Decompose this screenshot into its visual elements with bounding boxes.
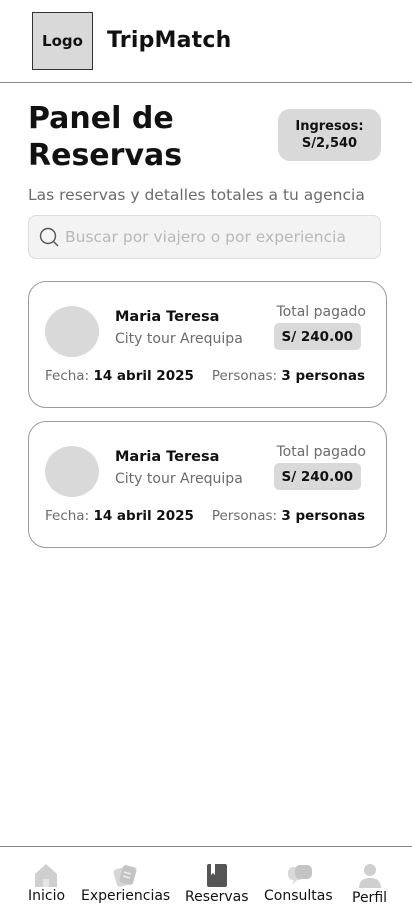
traveler-name: Maria Teresa	[115, 309, 220, 325]
traveler-name: Maria Teresa	[115, 449, 220, 465]
people-value: 3 personas	[281, 508, 365, 524]
nav-label-inicio: Inicio	[28, 888, 66, 904]
avatar	[45, 306, 99, 357]
experience-name: City tour Arequipa	[115, 331, 243, 347]
date-label: Fecha:	[45, 508, 90, 524]
book-icon	[203, 861, 231, 889]
reservation-card[interactable]: Maria Teresa City tour Arequipa Total pa…	[28, 421, 387, 548]
search-icon	[39, 227, 59, 247]
total-paid-label: Total pagado	[276, 444, 366, 460]
search-bar[interactable]	[28, 215, 381, 259]
reservation-people: Personas: 3 personas	[212, 508, 365, 524]
date-value: 14 abril 2025	[93, 508, 194, 524]
experience-name: City tour Arequipa	[115, 471, 243, 487]
bottom-nav: Inicio Experiencias Reservas Consultas P…	[0, 846, 412, 917]
page-title: Panel de Reservas	[28, 100, 258, 174]
total-paid-label: Total pagado	[276, 304, 366, 320]
app-title: TripMatch	[107, 28, 232, 53]
income-badge: Ingresos: S/2,540	[278, 109, 381, 161]
nav-item-inicio[interactable]: Inicio	[26, 847, 66, 917]
page-subtitle: Las reservas y detalles totales a tu age…	[28, 186, 365, 204]
reservation-date: Fecha: 14 abril 2025	[45, 508, 194, 524]
page-title-line-1: Panel de	[28, 101, 174, 136]
reservation-date: Fecha: 14 abril 2025	[45, 368, 194, 384]
logo[interactable]: Logo	[32, 12, 93, 70]
nav-label-experiencias: Experiencias	[81, 888, 171, 904]
date-value: 14 abril 2025	[93, 368, 194, 384]
people-label: Personas:	[211, 368, 278, 384]
income-label: Ingresos:	[295, 119, 364, 134]
avatar	[45, 446, 99, 497]
search-input[interactable]	[65, 228, 375, 246]
nav-label-reservas: Reservas	[185, 889, 249, 905]
nav-item-experiencias[interactable]: Experiencias	[80, 847, 170, 917]
page-title-line-2: Reservas	[28, 138, 183, 173]
chat-icon	[286, 861, 314, 889]
total-paid-amount: S/ 240.00	[273, 463, 361, 490]
nav-item-reservas[interactable]: Reservas	[184, 847, 250, 917]
total-paid-amount: S/ 240.00	[273, 323, 361, 350]
people-label: Personas:	[211, 508, 278, 524]
nav-label-consultas: Consultas	[264, 888, 333, 904]
nav-item-consultas[interactable]: Consultas	[264, 847, 336, 917]
income-value: S/2,540	[301, 136, 358, 151]
nav-label-perfil: Perfil	[352, 890, 388, 906]
nav-item-perfil[interactable]: Perfil	[350, 847, 390, 917]
user-icon	[356, 861, 384, 889]
reservation-people: Personas: 3 personas	[212, 368, 365, 384]
experiences-icon	[111, 861, 139, 889]
app-header: Logo TripMatch	[0, 0, 412, 83]
people-value: 3 personas	[281, 368, 365, 384]
date-label: Fecha:	[45, 368, 90, 384]
reservation-card[interactable]: Maria Teresa City tour Arequipa Total pa…	[28, 281, 387, 408]
home-icon	[32, 861, 60, 889]
